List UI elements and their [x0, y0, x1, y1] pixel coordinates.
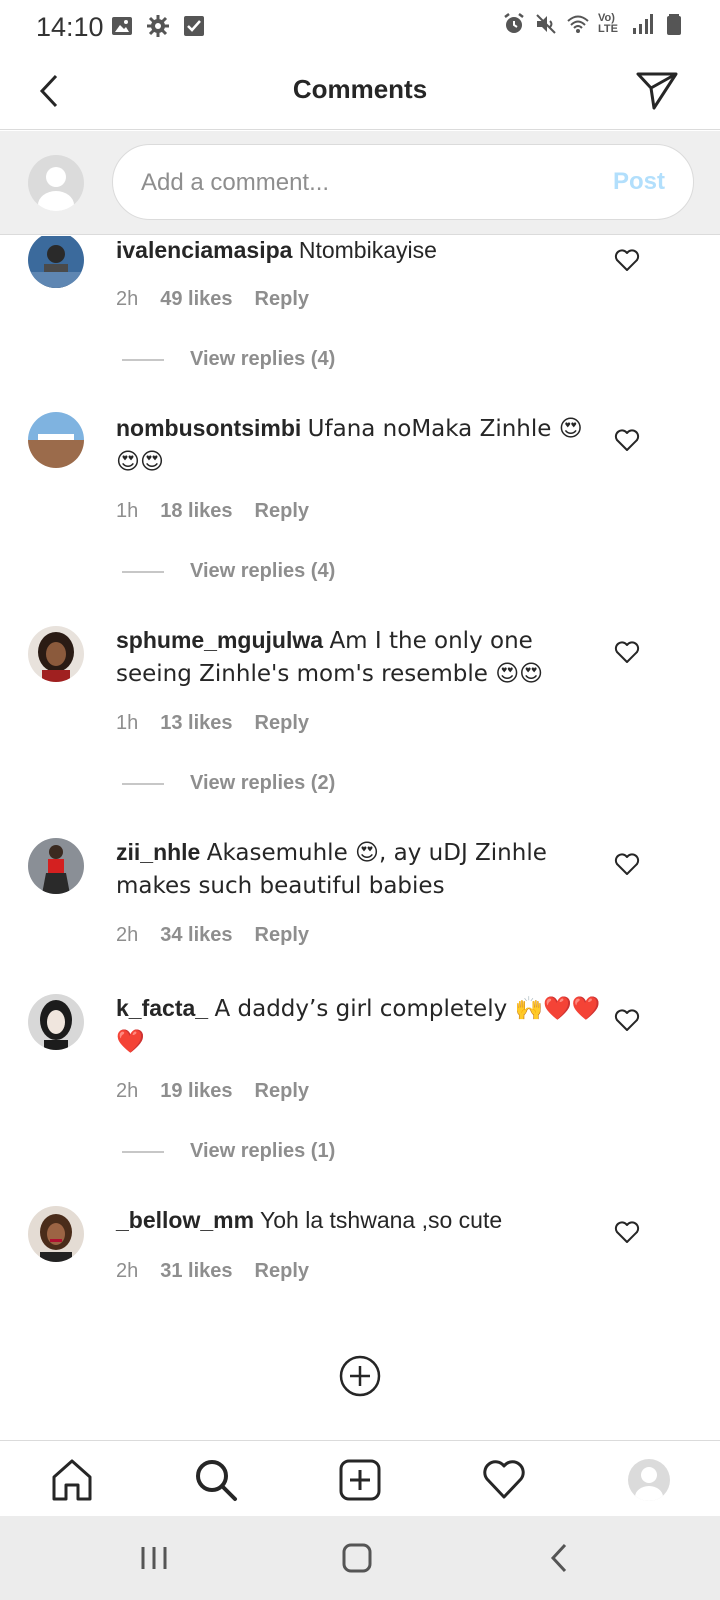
- comment-username[interactable]: ivalenciamasipa: [116, 237, 292, 263]
- comment-meta: 2h 49 likes Reply: [116, 288, 309, 311]
- view-replies-button[interactable]: View replies (4): [122, 560, 335, 583]
- comment-content: Ntombikayise: [298, 237, 437, 263]
- replies-divider: [122, 358, 164, 361]
- view-replies-label: View replies (1): [190, 1140, 336, 1162]
- comment-text: ivalenciamasipa Ntombikayise: [116, 236, 606, 266]
- comment-likes[interactable]: 18 likes: [160, 500, 232, 523]
- comment-time: 2h: [116, 924, 139, 946]
- page-title: Comments: [292, 74, 428, 104]
- view-replies-button[interactable]: View replies (1): [122, 1140, 335, 1163]
- comment-input[interactable]: Add a comment... Post: [112, 144, 694, 220]
- comment-text: nombusontsimbi Ufana noMaka Zinhle 😍😍😍: [116, 412, 606, 478]
- signal-icon: [633, 14, 653, 34]
- like-heart-icon[interactable]: [614, 428, 640, 452]
- comment-likes[interactable]: 31 likes: [160, 1260, 232, 1283]
- view-replies-button[interactable]: View replies (4): [122, 348, 335, 371]
- comment-text: zii_nhle Akasemuhle 😍, ay uDJ Zinhle mak…: [116, 836, 606, 902]
- new-post-icon[interactable]: [337, 1457, 383, 1503]
- comment-likes[interactable]: 13 likes: [160, 712, 232, 735]
- reply-button[interactable]: Reply: [255, 288, 309, 311]
- like-heart-icon[interactable]: [614, 1220, 640, 1244]
- comment-time: 1h: [116, 712, 139, 734]
- comment-time: 2h: [116, 288, 139, 310]
- replies-divider: [122, 782, 164, 785]
- header: Comments: [0, 52, 720, 130]
- alarm-icon: [504, 13, 524, 33]
- comment-text: sphume_mgujulwa Am I the only one seeing…: [116, 624, 606, 690]
- avatar[interactable]: [28, 626, 84, 682]
- send-icon[interactable]: [634, 68, 680, 112]
- home-button-icon[interactable]: [340, 1541, 374, 1575]
- like-heart-icon[interactable]: [614, 852, 640, 876]
- status-time: 14:10: [36, 12, 104, 42]
- activity-heart-icon[interactable]: [481, 1457, 527, 1503]
- comment-text: k_facta_ A daddy’s girl completely 🙌❤️❤️…: [116, 992, 606, 1058]
- comment-username[interactable]: nombusontsimbi: [116, 415, 301, 441]
- load-more-comments-icon[interactable]: [338, 1354, 382, 1398]
- status-left-icons: [110, 14, 206, 38]
- wifi-icon: [567, 15, 589, 33]
- avatar[interactable]: [28, 838, 84, 894]
- bottom-nav: [0, 1440, 720, 1516]
- replies-divider: [122, 570, 164, 573]
- comment-time: 1h: [116, 500, 139, 522]
- reply-button[interactable]: Reply: [255, 1260, 309, 1283]
- view-replies-label: View replies (4): [190, 560, 336, 582]
- post-button[interactable]: Post: [613, 168, 665, 196]
- comment-username[interactable]: _bellow_mm: [116, 1207, 254, 1233]
- back-button-icon[interactable]: [543, 1541, 577, 1575]
- like-heart-icon[interactable]: [614, 1008, 640, 1032]
- checkbox-icon: [184, 16, 204, 36]
- profile-avatar[interactable]: [628, 1459, 670, 1501]
- comment-likes[interactable]: 49 likes: [160, 288, 232, 311]
- status-bar: 14:10 Vo) LTE: [0, 0, 720, 52]
- reply-button[interactable]: Reply: [255, 712, 309, 735]
- like-heart-icon[interactable]: [614, 640, 640, 664]
- volte-icon: Vo) LTE: [598, 12, 618, 35]
- comment-content: Yoh la tshwana ,so cute: [260, 1207, 503, 1233]
- view-replies-label: View replies (4): [190, 348, 336, 370]
- avatar[interactable]: [28, 236, 84, 288]
- system-nav-bar: [0, 1516, 720, 1600]
- comment-input-placeholder: Add a comment...: [141, 169, 330, 196]
- comment-username[interactable]: sphume_mgujulwa: [116, 627, 323, 653]
- image-icon: [112, 17, 132, 35]
- avatar: [28, 155, 84, 211]
- avatar[interactable]: [28, 1206, 84, 1262]
- comments-list[interactable]: ivalenciamasipa Ntombikayise 2h 49 likes…: [0, 236, 720, 1440]
- reply-button[interactable]: Reply: [255, 1080, 309, 1103]
- view-replies-button[interactable]: View replies (2): [122, 772, 335, 795]
- battery-icon: [667, 14, 681, 35]
- reply-button[interactable]: Reply: [255, 500, 309, 523]
- comment-compose-bar: Add a comment... Post: [0, 131, 720, 235]
- like-heart-icon[interactable]: [614, 248, 640, 272]
- comment-meta: 1h 18 likes Reply: [116, 500, 309, 523]
- comment-text: _bellow_mm Yoh la tshwana ,so cute: [116, 1204, 606, 1236]
- comment-meta: 1h 13 likes Reply: [116, 712, 309, 735]
- comment-likes[interactable]: 34 likes: [160, 924, 232, 947]
- avatar[interactable]: [28, 412, 84, 468]
- comment-meta: 2h 19 likes Reply: [116, 1080, 309, 1103]
- comment-meta: 2h 34 likes Reply: [116, 924, 309, 947]
- avatar[interactable]: [28, 994, 84, 1050]
- reply-button[interactable]: Reply: [255, 924, 309, 947]
- comment-likes[interactable]: 19 likes: [160, 1080, 232, 1103]
- comment-username[interactable]: k_facta_: [116, 995, 208, 1021]
- mute-icon: [536, 14, 556, 34]
- home-icon[interactable]: [49, 1457, 95, 1503]
- view-replies-label: View replies (2): [190, 772, 336, 794]
- status-right-icons: Vo) LTE: [502, 12, 686, 36]
- comment-time: 2h: [116, 1080, 139, 1102]
- comment-time: 2h: [116, 1260, 139, 1282]
- comment-username[interactable]: zii_nhle: [116, 839, 200, 865]
- comment-meta: 2h 31 likes Reply: [116, 1260, 309, 1283]
- settings-icon: [147, 15, 169, 37]
- search-icon[interactable]: [193, 1457, 239, 1503]
- replies-divider: [122, 1150, 164, 1153]
- recent-apps-icon[interactable]: [137, 1541, 171, 1575]
